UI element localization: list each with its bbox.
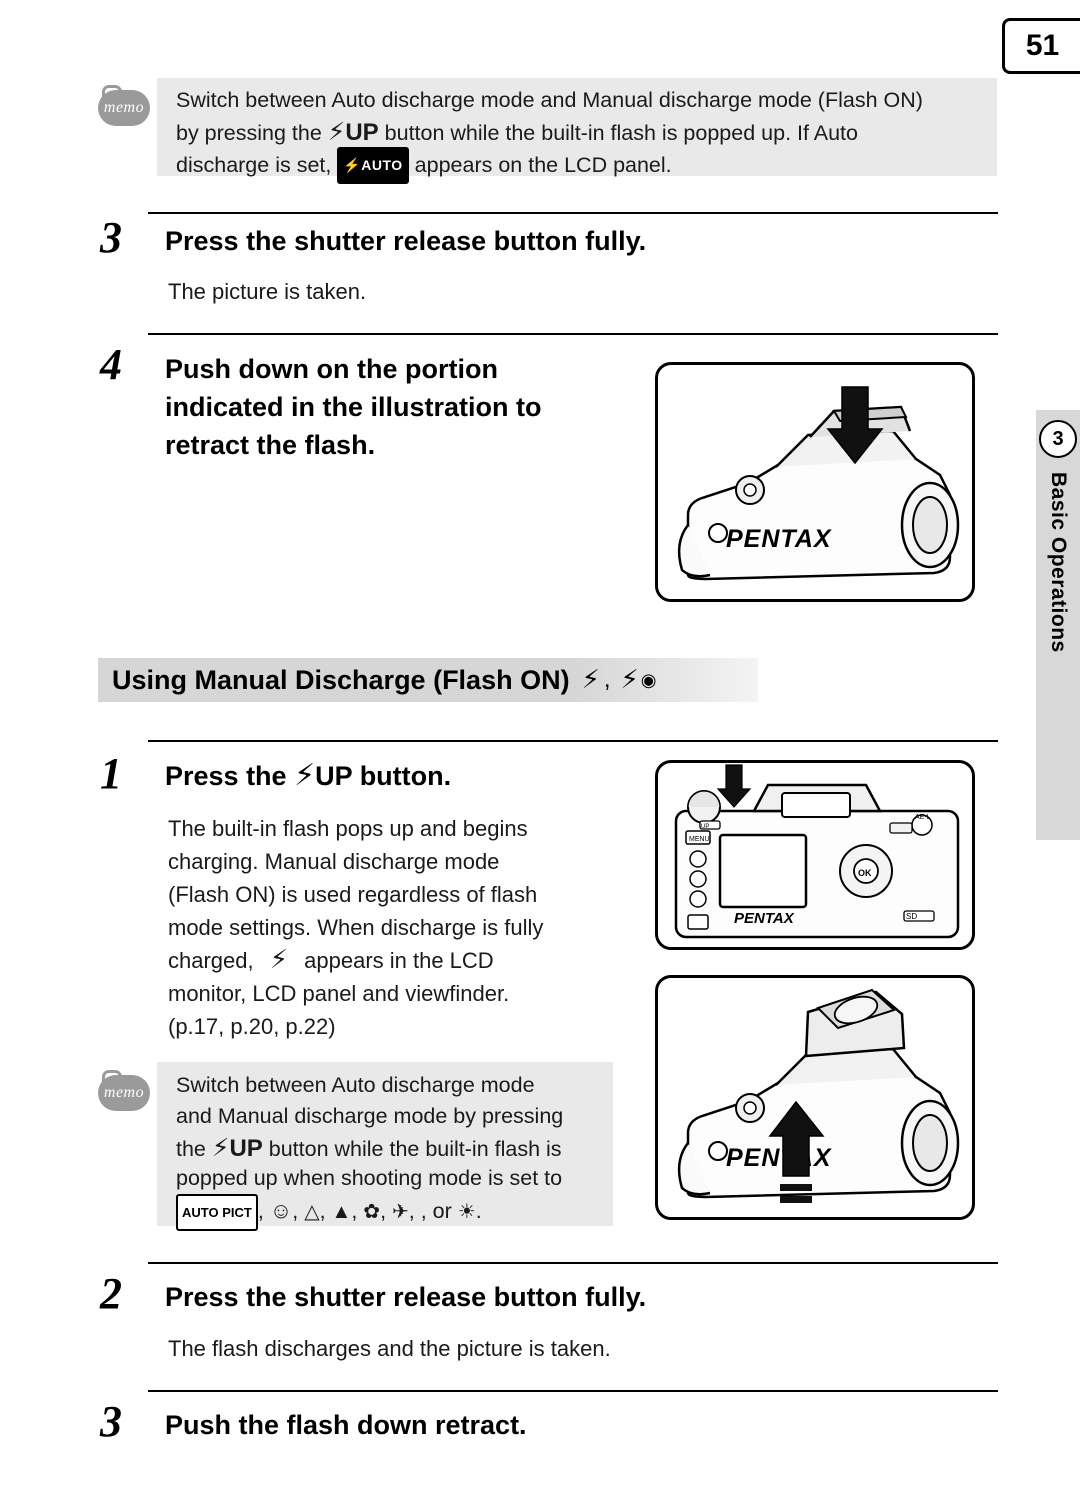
memo-icon-bottom: memo	[98, 1070, 150, 1111]
portrait-mode-icon: ☺	[269, 1198, 293, 1223]
memo-bottom-line3: the ⚡UP button while the built-in flash …	[176, 1132, 606, 1165]
illustration-camera-back: PENTAX MENU OK AE-L SD UP	[655, 760, 975, 950]
step-body-1-line1: The built-in flash pops up and begins	[168, 816, 528, 841]
flash-up-icon-memo: ⚡	[211, 1133, 230, 1162]
memo-top-line2-part2: button while the built-in flash is poppe…	[378, 121, 858, 145]
flash-up-icon: ⚡	[327, 117, 346, 146]
memo-bottom-line2: and Manual discharge mode by pressing	[176, 1104, 564, 1128]
chapter-side-tab: 3 Basic Operations	[1036, 410, 1080, 840]
action-mode-icon: ✈	[392, 1201, 409, 1223]
auto-discharge-badge-label: AUTO	[361, 157, 403, 173]
memo-bottom-period: .	[475, 1199, 482, 1223]
step-title-3-bottom: Push the flash down retract.	[165, 1410, 527, 1440]
step-number-2: 2	[100, 1269, 122, 1318]
memo-top-line3-part1: discharge is set,	[176, 153, 338, 177]
svg-text:AE-L: AE-L	[915, 814, 931, 821]
step-title-1-flash-label: UP	[315, 761, 353, 791]
step-title-3-top: Press the shutter release button fully.	[165, 226, 647, 256]
svg-text:OK: OK	[858, 868, 872, 878]
step-body-1-line4: mode settings. When discharge is fully	[168, 915, 544, 940]
step-body-3-top: The picture is taken.	[168, 279, 367, 304]
divider-step3-top	[148, 212, 998, 214]
section-heading-band: Using Manual Discharge (Flash ON) ⚡ , ⚡ …	[98, 658, 758, 702]
memo-icon-bottom-label: memo	[103, 1084, 145, 1101]
memo-bottom-line5-rest: , or	[420, 1199, 452, 1223]
memo-top-line3-part2: appears on the LCD panel.	[408, 153, 672, 177]
landscape-mode-icon: △	[304, 1201, 320, 1223]
step-title-2: Press the shutter release button fully.	[165, 1282, 647, 1312]
memo-bottom-sep3: ,	[319, 1199, 332, 1223]
memo-top-line1-text: Switch between Auto discharge mode and M…	[176, 88, 923, 112]
svg-text:PENTAX: PENTAX	[726, 1144, 832, 1172]
memo-bottom-line3-part1: the	[176, 1137, 212, 1161]
step-body-1-line5: charged, ⚡ appears in the LCD	[168, 944, 638, 977]
memo-bottom-sep1: ,	[257, 1199, 270, 1223]
flash-icon: ⚡	[581, 665, 600, 695]
step-title-1: Press the ⚡UP button.	[165, 757, 635, 795]
step-body-1-line8: (p.17, p.20, p.22)	[168, 1014, 336, 1039]
mountain-mode-icon: ▲	[331, 1201, 352, 1223]
memo-top-line2-part1: by pressing the	[176, 121, 328, 145]
step-number-3-bottom: 3	[100, 1397, 122, 1446]
memo-bottom-line4: popped up when shooting mode is set to	[176, 1166, 563, 1190]
memo-bottom-line1: Switch between Auto discharge mode	[176, 1073, 535, 1097]
step-body-1-line7: monitor, LCD panel and viewfinder.	[168, 981, 510, 1006]
memo-icon-label: memo	[103, 99, 145, 116]
svg-text:PENTAX: PENTAX	[726, 525, 832, 553]
memo-top-line2: by pressing the ⚡UP button while the bui…	[176, 116, 986, 149]
step-number-1: 1	[100, 749, 122, 798]
memo-bottom-sep6: ,	[408, 1199, 421, 1223]
svg-text:MENU: MENU	[689, 836, 710, 843]
chapter-name-label: Basic Operations	[1047, 472, 1070, 653]
manual-page: 51 3 Basic Operations memo Switch betwee…	[0, 0, 1080, 1504]
divider-step1	[148, 740, 998, 742]
memo-bottom-sep2: ,	[292, 1199, 305, 1223]
redeye-dot-icon: ◉	[640, 669, 657, 690]
auto-discharge-badge: ⚡AUTO	[337, 147, 409, 184]
step-title-1-suffix: button.	[352, 761, 452, 791]
chapter-number-badge: 3	[1039, 420, 1077, 458]
step-number-4-top: 4	[100, 340, 122, 389]
night-portrait-mode-icon: ☀	[457, 1201, 476, 1223]
memo-icon-top: memo	[98, 85, 150, 126]
svg-text:UP: UP	[701, 824, 709, 830]
flash-icon-inline: ⚡	[269, 945, 289, 975]
flash-redeye-icon: ⚡	[620, 665, 639, 695]
camera-flash-popup-svg: PENTAX	[677, 988, 960, 1203]
divider-step3-bottom	[148, 1390, 998, 1392]
step-title-4-top: Push down on the portion indicated in th…	[165, 354, 542, 460]
page-number: 51	[1025, 29, 1060, 62]
step-title-1-prefix: Press the	[165, 761, 295, 791]
page-number-tab: 51	[1002, 18, 1080, 74]
memo-bottom-sep4: ,	[351, 1199, 364, 1223]
flash-up-label-memo: UP	[229, 1135, 263, 1162]
illustration-retract-flash: PENTAX	[655, 362, 975, 602]
divider-step4-top	[148, 333, 998, 335]
illustration-flash-popup: PENTAX	[655, 975, 975, 1220]
step-body-1-line5-b: appears in the LCD	[304, 948, 494, 973]
svg-text:PENTAX: PENTAX	[734, 910, 795, 927]
macro-mode-icon: ✿	[363, 1201, 381, 1223]
step-body-2: The flash discharges and the picture is …	[168, 1336, 611, 1361]
step-body-1-line2: charging. Manual discharge mode	[168, 849, 500, 874]
memo-top-line1: Switch between Auto discharge mode and M…	[176, 85, 986, 116]
svg-text:SD: SD	[906, 912, 917, 921]
section-title: Using Manual Discharge (Flash ON)	[112, 664, 570, 695]
section-comma: ,	[603, 666, 611, 693]
step-body-1-line3: (Flash ON) is used regardless of flash	[168, 882, 538, 907]
auto-pict-badge: AUTO PICT	[176, 1194, 258, 1231]
flash-up-icon-step1: ⚡	[294, 758, 316, 793]
divider-step2	[148, 1262, 998, 1264]
step-number-3-top: 3	[100, 213, 122, 262]
memo-bottom-line3-part2: button while the built-in flash is	[262, 1137, 562, 1161]
memo-top-line3: discharge is set, ⚡AUTO appears on the L…	[176, 147, 986, 184]
flash-up-label: UP	[345, 119, 379, 146]
step-body-1-line5-a: charged,	[168, 948, 254, 973]
camera-retract-flash-svg: PENTAX	[677, 386, 960, 581]
camera-back-svg: PENTAX MENU OK AE-L SD UP	[674, 764, 960, 939]
memo-bottom-sep5: ,	[380, 1199, 393, 1223]
memo-bottom-line5: AUTO PICT, ☺, △, ▲, ✿, ✈, , or ☀.	[176, 1194, 606, 1231]
